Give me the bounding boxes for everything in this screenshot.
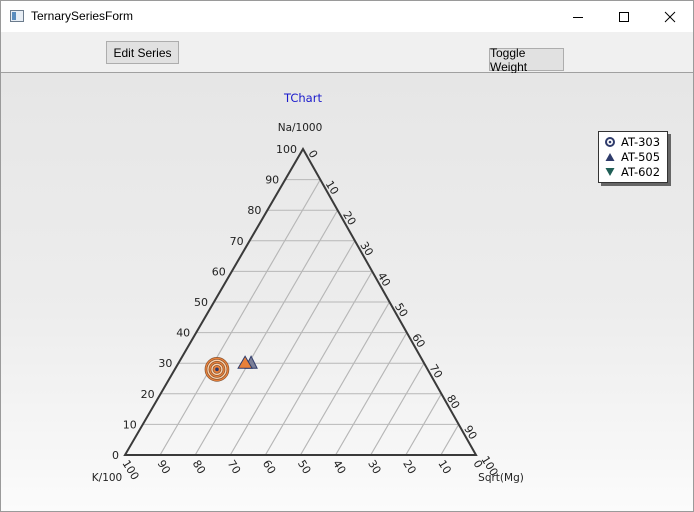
edit-series-button[interactable]: Edit Series	[106, 41, 179, 64]
data-point-at-303-center	[215, 367, 219, 372]
title-bar: TernarySeriesForm	[1, 1, 693, 32]
tick-label-mg: 90	[461, 423, 479, 442]
app-window-icon	[10, 10, 24, 22]
axis-label-top: Na/1000	[278, 122, 323, 134]
axis-label-left: K/100	[92, 472, 122, 484]
tick-label-na: 80	[247, 204, 261, 217]
tick-label-mg: 50	[392, 301, 410, 320]
tick-label-na: 40	[176, 327, 190, 340]
grid-line	[440, 424, 460, 456]
tick-label-mg: 20	[340, 209, 358, 228]
tick-label-na: 30	[158, 357, 172, 370]
legend-item-at-602: AT-602	[605, 164, 660, 179]
ternary-chart: TChartNa/1000K/100 Sqrt(Mg)01020304050607…	[92, 91, 524, 484]
tick-label-na: 70	[230, 235, 244, 248]
tick-label-na: 10	[123, 418, 137, 431]
tick-label-k: 70	[225, 458, 243, 477]
tick-label-mg: 80	[444, 393, 462, 412]
close-button[interactable]	[647, 1, 693, 32]
tick-label-k: 40	[330, 458, 348, 477]
legend-item-at-303: AT-303	[605, 134, 660, 149]
tick-label-k: 80	[190, 458, 208, 477]
window-title: TernarySeriesForm	[31, 9, 134, 23]
tick-label-mg: 10	[323, 178, 341, 197]
axis-label-right: Sqrt(Mg)	[478, 472, 524, 484]
tick-label-k: 0	[470, 458, 485, 471]
app-window: TernarySeriesForm Edit Series Toggle Wei…	[0, 0, 694, 512]
legend-label: AT-303	[621, 134, 661, 149]
tick-label-na: 20	[141, 388, 155, 401]
close-icon	[664, 11, 676, 22]
triangle-up-marker-icon	[605, 152, 615, 161]
tick-label-na: 0	[112, 449, 119, 462]
toggle-weight-button[interactable]: Toggle Weight	[489, 46, 564, 74]
tick-label-k: 90	[155, 458, 173, 477]
tick-label-k: 60	[260, 458, 278, 477]
tick-label-mg: 30	[357, 240, 375, 259]
tick-label-k: 30	[365, 458, 383, 477]
toolbar: Edit Series Toggle Weight	[1, 32, 693, 74]
triangle-down-marker-icon	[605, 167, 615, 176]
chart-area: TChart Na/1000 K/100 Sqrt(Mg) 0 10 20 30 40 50 60 7…	[1, 73, 693, 511]
minimize-icon	[573, 16, 583, 18]
legend: AT-303 AT-505 AT-602	[598, 131, 668, 183]
tick-label-k: 10	[435, 458, 453, 477]
maximize-icon	[619, 11, 629, 22]
tick-label-na: 90	[265, 174, 279, 187]
tick-label-mg: 40	[375, 270, 393, 289]
legend-item-at-505: AT-505	[605, 149, 660, 164]
tick-label-na: 50	[194, 296, 208, 309]
minimize-button[interactable]	[555, 1, 601, 32]
grid-line	[229, 240, 356, 456]
grid-line	[370, 362, 425, 456]
tick-label-k: 20	[400, 458, 418, 477]
legend-label: AT-505	[621, 149, 661, 164]
legend-label: AT-602	[621, 164, 661, 179]
tick-label-na: 60	[212, 265, 226, 278]
chart-title: TChart	[283, 91, 322, 105]
circle-marker-icon	[605, 136, 615, 147]
tick-label-na: 100	[276, 143, 297, 156]
tick-label-k: 50	[295, 458, 313, 477]
tick-label-mg: 70	[427, 362, 445, 381]
tick-label-k: 100	[119, 458, 141, 483]
grid-line	[300, 301, 390, 456]
maximize-button[interactable]	[601, 1, 647, 32]
grid-line	[159, 179, 321, 456]
tick-label-mg: 60	[409, 331, 427, 350]
